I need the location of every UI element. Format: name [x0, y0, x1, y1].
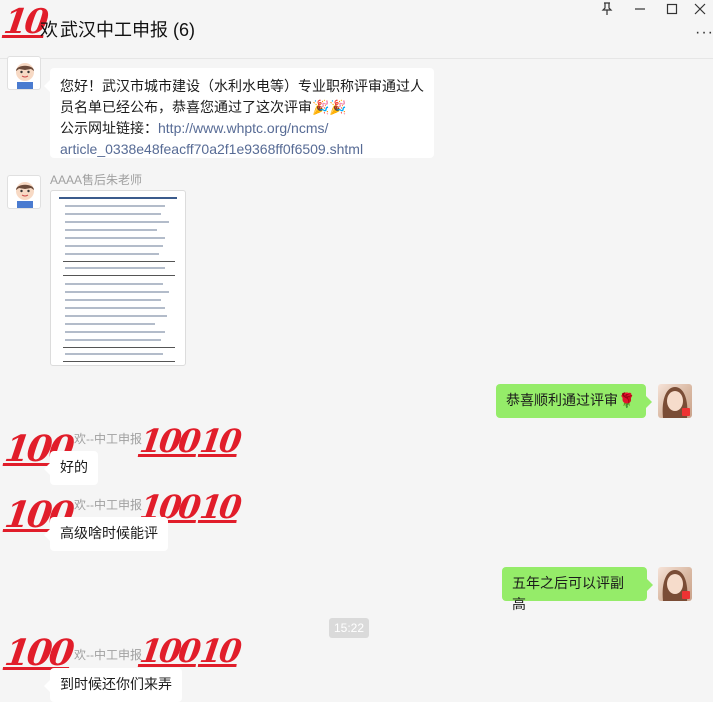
pin-icon[interactable] — [597, 2, 617, 20]
avatar[interactable] — [7, 56, 41, 90]
message-text: 五年之后可以评副高 — [512, 575, 624, 612]
title-prefix: 欢 — [40, 20, 58, 40]
sticker-decoration: 100 — [137, 422, 201, 460]
sender-name: 欢--中工申报 — [74, 498, 142, 512]
message-text: 高级啥时候能评 — [60, 525, 158, 541]
sticker-decoration: 10 — [197, 422, 242, 460]
sender-name: 欢--中工申报 — [74, 432, 142, 446]
url-link[interactable]: article_0338e48feacff70a2f1e9368ff0f6509… — [60, 139, 424, 160]
message-text: 好的 — [60, 459, 88, 475]
self-avatar[interactable] — [658, 567, 692, 601]
chat-title: 武汉中工申报 (6) — [60, 20, 195, 40]
more-options-icon[interactable]: ··· — [695, 24, 713, 42]
message-bubble-self[interactable]: 五年之后可以评副高 — [502, 567, 653, 612]
image-message[interactable] — [50, 190, 186, 366]
message-timestamp: 15:22 — [329, 618, 369, 638]
message-text: 到时候还你们来弄 — [60, 676, 172, 692]
message-bubble-self[interactable]: 恭喜顺利通过评审🌹 — [496, 384, 652, 418]
minimize-icon[interactable] — [630, 2, 650, 20]
message-text: 恭喜顺利通过评审🌹 — [506, 392, 636, 408]
avatar[interactable] — [7, 175, 41, 209]
sender-name: 欢--中工申报 — [74, 648, 142, 662]
self-avatar[interactable] — [658, 384, 692, 418]
message-text: 员名单已经公布，恭喜您通过了这次评审🎉🎉 — [60, 99, 347, 115]
message-bubble[interactable]: 到时候还你们来弄 — [44, 668, 182, 702]
sticker-decoration: 10 — [197, 632, 242, 670]
close-icon[interactable] — [690, 2, 710, 20]
sticker-decoration: 10 — [197, 488, 242, 526]
maximize-icon[interactable] — [662, 2, 682, 20]
message-text: 公示网址链接： — [60, 120, 158, 136]
message-bubble[interactable]: 好的 — [44, 451, 98, 485]
sender-name: AAAA售后朱老师 — [50, 173, 143, 187]
message-bubble[interactable]: 高级啥时候能评 — [44, 517, 168, 551]
url-link[interactable]: http://www.whptc.org/ncms/ — [158, 120, 328, 136]
sticker-decoration: 100 — [137, 632, 201, 670]
chat-header: 10 欢 武汉中工申报 (6) ··· — [0, 0, 713, 59]
message-bubble[interactable]: 您好！武汉市城市建设（水利水电等）专业职称评审通过人 员名单已经公布，恭喜您通过… — [44, 68, 434, 160]
message-text: 您好！武汉市城市建设（水利水电等）专业职称评审通过人 — [60, 78, 424, 94]
